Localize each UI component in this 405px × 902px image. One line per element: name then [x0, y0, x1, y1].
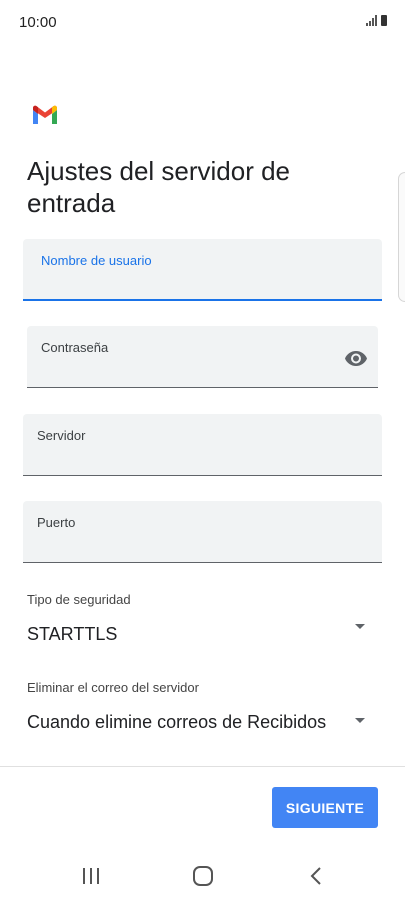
password-field[interactable]: Contraseña	[27, 326, 378, 388]
port-field[interactable]: Puerto	[23, 501, 382, 563]
server-field[interactable]: Servidor	[23, 414, 382, 476]
security-type-value[interactable]: STARTTLS	[27, 624, 117, 645]
back-icon[interactable]	[305, 865, 329, 887]
signal-icon	[366, 15, 377, 26]
edge-panel-handle[interactable]	[398, 172, 405, 302]
home-icon[interactable]	[191, 865, 215, 887]
page-title: Ajustes del servidor de entrada	[27, 156, 291, 218]
chevron-down-icon[interactable]	[355, 718, 365, 723]
status-time: 10:00	[19, 14, 57, 31]
delete-mail-value[interactable]: Cuando elimine correos de Recibidos	[27, 712, 326, 733]
chevron-down-icon[interactable]	[355, 624, 365, 629]
navigation-bar	[0, 849, 405, 902]
port-label: Puerto	[37, 515, 76, 530]
recents-icon[interactable]	[79, 865, 103, 887]
gmail-logo	[33, 105, 57, 124]
divider	[0, 766, 405, 767]
battery-icon	[381, 15, 387, 26]
next-button[interactable]: SIGUIENTE	[272, 787, 378, 828]
username-label: Nombre de usuario	[41, 253, 152, 268]
password-label: Contraseña	[41, 340, 109, 355]
status-icons	[366, 15, 387, 26]
status-bar: 10:00	[0, 0, 405, 46]
eye-icon[interactable]	[344, 346, 368, 370]
security-type-label: Tipo de seguridad	[27, 592, 131, 607]
server-label: Servidor	[37, 428, 86, 443]
username-field[interactable]: Nombre de usuario	[23, 239, 382, 301]
delete-mail-label: Eliminar el correo del servidor	[27, 680, 199, 695]
